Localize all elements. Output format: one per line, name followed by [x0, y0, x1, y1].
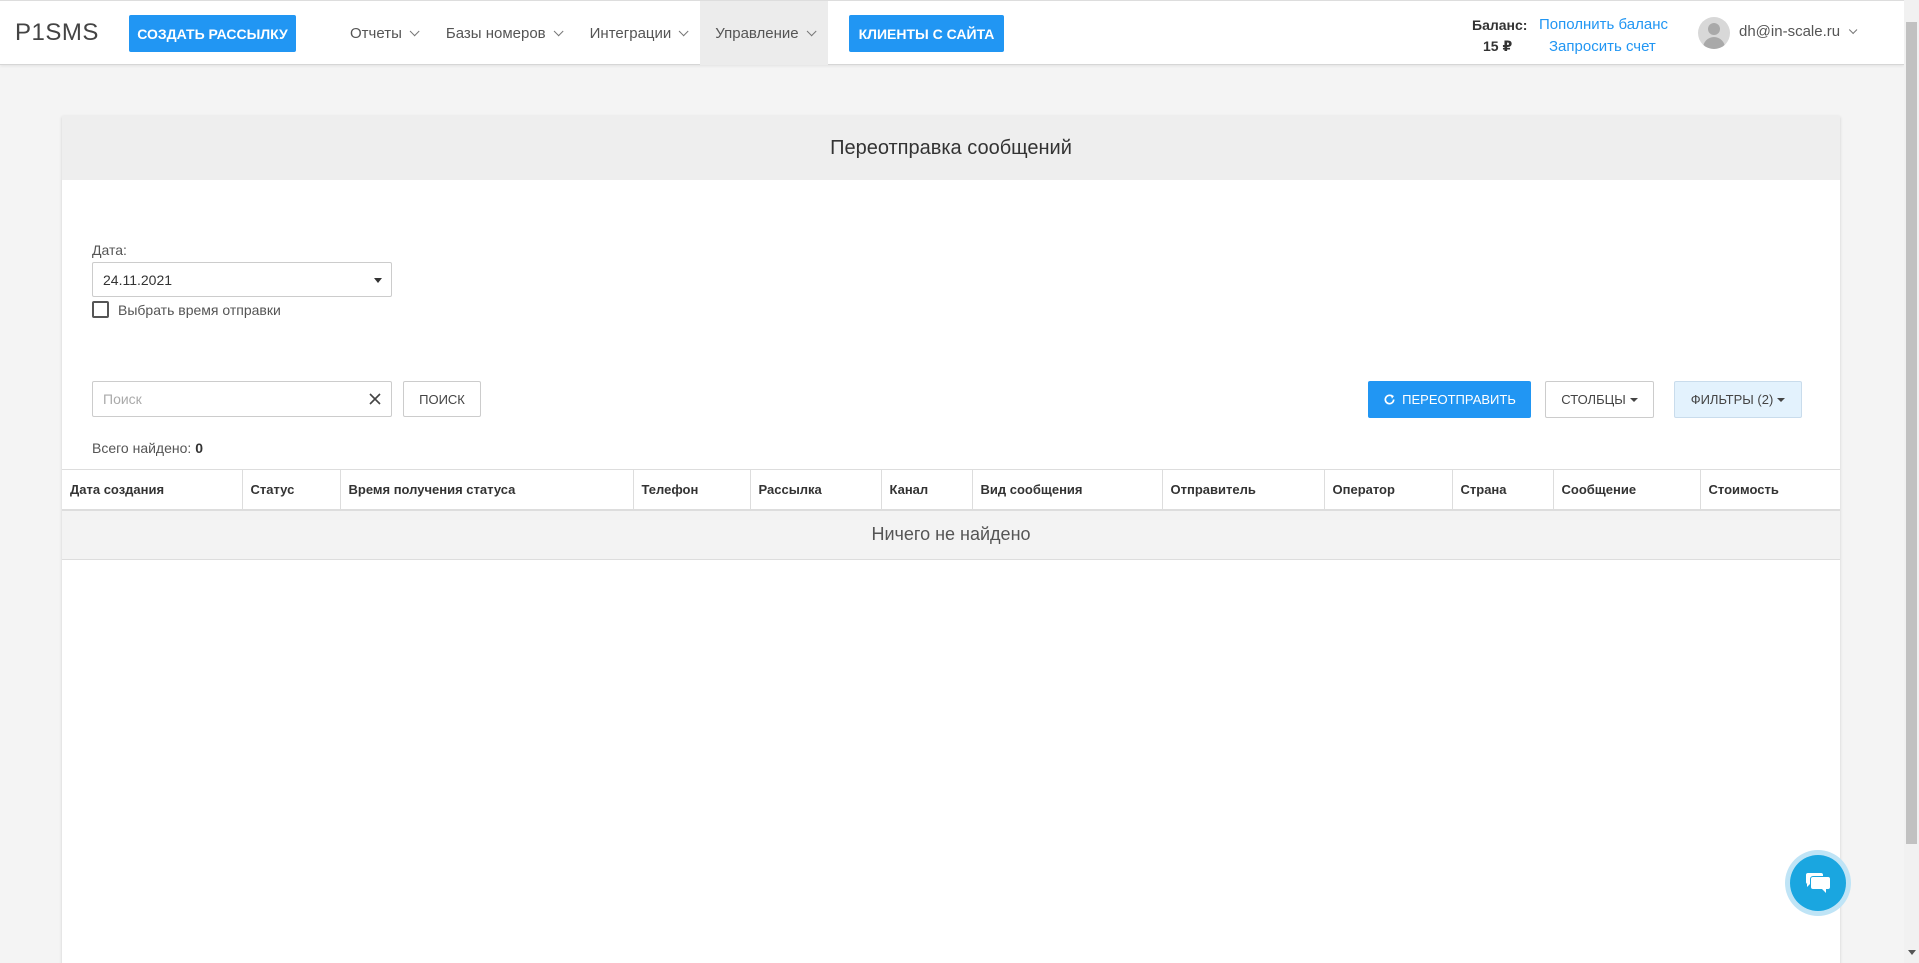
avatar-head	[1708, 23, 1720, 35]
page-scrollbar[interactable]	[1904, 0, 1919, 963]
total-label: Всего найдено:	[92, 440, 192, 456]
total-found: Всего найдено: 0	[92, 440, 203, 456]
total-count: 0	[195, 440, 203, 456]
messages-table: Дата создания Статус Время получения ста…	[62, 469, 1840, 560]
top-navbar: P1SMS Создать рассылку Отчеты Базы номер…	[0, 0, 1904, 65]
page-title: Переотправка сообщений	[62, 116, 1840, 180]
nav-reports-label: Отчеты	[350, 24, 402, 42]
choose-time-row: Выбрать время отправки	[92, 301, 281, 318]
main-nav: Отчеты Базы номеров Интеграции Управлени…	[335, 1, 828, 65]
empty-message: Ничего не найдено	[62, 509, 1840, 560]
date-label: Дата:	[92, 242, 127, 258]
caret-down-icon	[374, 278, 382, 283]
nav-integrations[interactable]: Интеграции	[575, 1, 701, 65]
table-header-row: Дата создания Статус Время получения ста…	[62, 469, 1840, 511]
date-select[interactable]: 24.11.2021	[92, 262, 392, 297]
resend-card: Переотправка сообщений Дата: 24.11.2021 …	[62, 116, 1840, 963]
col-mailing[interactable]: Рассылка	[750, 469, 882, 511]
nav-integrations-label: Интеграции	[589, 24, 672, 42]
balance-label: Баланс:	[1472, 17, 1528, 33]
resend-button[interactable]: Переотправить	[1368, 381, 1531, 418]
nav-management-label: Управление	[715, 24, 799, 42]
search-box	[92, 381, 392, 417]
avatar[interactable]	[1698, 17, 1730, 49]
date-value: 24.11.2021	[103, 271, 173, 288]
user-menu[interactable]: dh@in-scale.ru	[1739, 23, 1858, 40]
nav-number-bases[interactable]: Базы номеров	[431, 1, 575, 65]
site-clients-button[interactable]: Клиенты с сайта	[849, 15, 1004, 52]
balance-value: 15 ₽	[1483, 38, 1513, 54]
col-status[interactable]: Статус	[242, 469, 341, 511]
chevron-down-icon	[806, 25, 817, 36]
avatar-body	[1703, 37, 1725, 49]
close-icon[interactable]	[368, 392, 382, 406]
search-button[interactable]: Поиск	[403, 381, 481, 417]
filters-button[interactable]: Фильтры (2)	[1674, 381, 1802, 418]
columns-button-label: Столбцы	[1561, 392, 1626, 407]
columns-button[interactable]: Столбцы	[1545, 381, 1654, 418]
col-cost[interactable]: Стоимость	[1700, 469, 1840, 511]
choose-time-checkbox[interactable]	[92, 301, 109, 318]
nav-number-bases-label: Базы номеров	[445, 24, 546, 42]
col-country[interactable]: Страна	[1452, 469, 1554, 511]
col-sender[interactable]: Отправитель	[1162, 469, 1325, 511]
create-mailing-button[interactable]: Создать рассылку	[129, 15, 296, 52]
caret-down-icon	[1629, 397, 1638, 402]
caret-down-icon	[1777, 397, 1786, 402]
chat-widget-inner	[1790, 855, 1846, 911]
resend-button-label: Переотправить	[1402, 392, 1516, 407]
search-input[interactable]	[93, 382, 343, 416]
chat-bubbles-icon	[1806, 873, 1830, 893]
col-channel[interactable]: Канал	[881, 469, 973, 511]
chevron-down-icon	[409, 25, 420, 36]
refresh-icon	[1384, 394, 1395, 405]
nav-management[interactable]: Управление	[700, 1, 828, 65]
table-row: Ничего не найдено	[62, 509, 1840, 560]
choose-time-label: Выбрать время отправки	[118, 301, 281, 318]
col-created-date[interactable]: Дата создания	[62, 469, 243, 511]
col-operator[interactable]: Оператор	[1324, 469, 1453, 511]
chevron-down-icon	[678, 25, 689, 36]
scrollbar-thumb[interactable]	[1906, 22, 1917, 844]
logo[interactable]: P1SMS	[15, 19, 99, 47]
col-message[interactable]: Сообщение	[1553, 469, 1701, 511]
chevron-down-icon	[553, 25, 564, 36]
chevron-down-icon	[1848, 25, 1858, 34]
user-email: dh@in-scale.ru	[1739, 23, 1841, 40]
chat-widget-button[interactable]	[1785, 850, 1851, 916]
topup-balance-link[interactable]: Пополнить баланс	[1539, 16, 1668, 33]
filters-button-label: Фильтры (2)	[1690, 392, 1774, 407]
col-message-type[interactable]: Вид сообщения	[972, 469, 1163, 511]
col-status-time[interactable]: Время получения статуса	[340, 469, 634, 511]
request-invoice-link[interactable]: Запросить счет	[1549, 38, 1656, 55]
col-phone[interactable]: Телефон	[633, 469, 751, 511]
nav-reports[interactable]: Отчеты	[335, 1, 431, 65]
scroll-down-arrow-icon[interactable]	[1908, 950, 1916, 955]
